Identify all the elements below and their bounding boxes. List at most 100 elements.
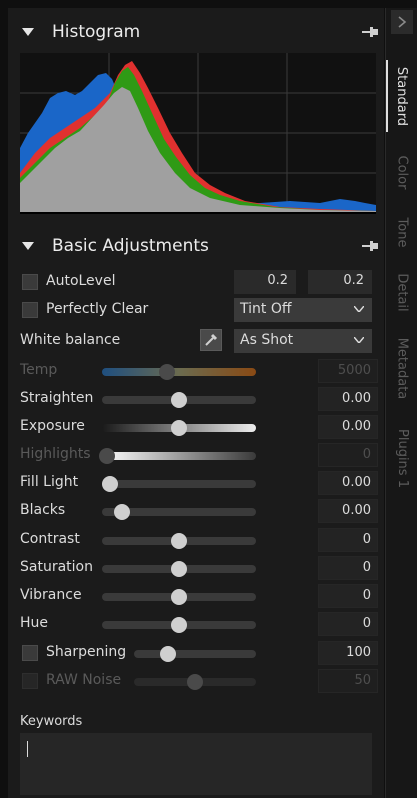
histogram-baseline — [20, 212, 376, 214]
slider-label: Temp — [20, 362, 58, 378]
slider-track — [102, 480, 256, 488]
slider-knob[interactable] — [158, 364, 175, 380]
tab-plugins-1[interactable]: Plugins 1 — [386, 418, 417, 498]
white-balance-dropdown[interactable]: As Shot — [234, 329, 372, 353]
slider-knob[interactable] — [101, 476, 118, 492]
chevron-down-icon — [354, 337, 364, 343]
slider-track — [102, 452, 256, 460]
tab-color[interactable]: Color — [386, 146, 417, 198]
slider-knob[interactable] — [171, 392, 187, 408]
autolevel-checkbox[interactable] — [22, 274, 38, 290]
slider-knob[interactable] — [171, 420, 187, 436]
sharpening-knob[interactable] — [160, 646, 177, 662]
slider-label: Straighten — [20, 390, 94, 406]
slider-row-vibrance: Vibrance 0 — [8, 584, 384, 608]
tab-label: Color — [394, 155, 410, 189]
raw-noise-checkbox[interactable] — [22, 673, 38, 689]
slider-row-straighten: Straighten 0.00 — [8, 387, 384, 411]
keywords-input[interactable] — [20, 733, 372, 795]
slider-knob[interactable] — [114, 504, 131, 520]
pin-icon[interactable] — [362, 26, 378, 38]
chevron-right-icon — [398, 16, 407, 28]
autolevel-value-1[interactable]: 0.2 — [234, 270, 296, 294]
raw-noise-value[interactable]: 50 — [318, 669, 378, 693]
sharpening-label: Sharpening — [46, 644, 127, 660]
tab-label: Standard — [394, 66, 410, 126]
slider-value[interactable]: 0 — [318, 584, 378, 608]
raw-noise-knob[interactable] — [187, 674, 203, 690]
tab-tone[interactable]: Tone — [386, 208, 417, 256]
slider-knob[interactable] — [171, 561, 187, 577]
slider-label: Highlights — [20, 446, 91, 462]
slider-value[interactable]: 0.00 — [318, 387, 378, 411]
autolevel-label: AutoLevel — [46, 273, 116, 289]
perfectly-clear-row: Perfectly Clear Tint Off — [8, 298, 384, 322]
collapse-triangle-icon[interactable] — [22, 28, 34, 36]
slider-knob[interactable] — [171, 589, 187, 605]
slider-label: Contrast — [20, 531, 80, 547]
raw-noise-label: RAW Noise — [46, 672, 122, 688]
collapse-panel-button[interactable] — [391, 10, 413, 34]
slider-row-blacks: Blacks 0.00 — [8, 499, 384, 523]
slider-row-highlights: Highlights 0 — [8, 443, 384, 467]
slider-value[interactable]: 0.00 — [318, 415, 378, 439]
slider-row-hue: Hue 0 — [8, 612, 384, 636]
autolevel-value-2[interactable]: 0.2 — [308, 270, 372, 294]
white-balance-row: White balance As Shot — [8, 329, 384, 353]
sharpening-row: Sharpening 100 — [8, 641, 384, 665]
histogram-graph — [20, 53, 376, 213]
slider-value[interactable]: 0 — [318, 556, 378, 580]
sharpening-value[interactable]: 100 — [318, 641, 378, 665]
pin-icon[interactable] — [362, 240, 378, 252]
slider-row-exposure: Exposure 0.00 — [8, 415, 384, 439]
eyedropper-button[interactable] — [200, 329, 222, 351]
tab-label: Tone — [394, 217, 410, 247]
slider-knob[interactable] — [171, 617, 187, 633]
basic-adjustments-header[interactable]: Basic Adjustments — [8, 230, 384, 262]
slider-label: Hue — [20, 615, 49, 631]
slider-label: Vibrance — [20, 587, 82, 603]
perfectly-clear-checkbox[interactable] — [22, 302, 38, 318]
eyedropper-icon — [205, 333, 218, 346]
white-balance-dropdown-value: As Shot — [240, 332, 294, 348]
slider-value[interactable]: 0.00 — [318, 499, 378, 523]
white-balance-label: White balance — [20, 332, 121, 348]
slider-value[interactable]: 0 — [318, 612, 378, 636]
slider-row-temp: Temp 5000 — [8, 359, 384, 383]
slider-row-fill-light: Fill Light 0.00 — [8, 471, 384, 495]
basic-adjustments-title: Basic Adjustments — [52, 236, 209, 256]
slider-label: Fill Light — [20, 474, 79, 490]
slider-value[interactable]: 0 — [318, 528, 378, 552]
tint-dropdown-value: Tint Off — [240, 301, 292, 317]
tab-label: Detail — [394, 272, 410, 312]
vertical-tab-strip: Standard Color Tone Detail Metadata Plug… — [385, 8, 417, 798]
keywords-label: Keywords — [20, 714, 83, 729]
text-caret — [27, 741, 28, 757]
slider-knob[interactable] — [98, 448, 115, 464]
slider-label: Exposure — [20, 418, 85, 434]
chevron-down-icon — [354, 306, 364, 312]
slider-label: Saturation — [20, 559, 93, 575]
slider-row-saturation: Saturation 0 — [8, 556, 384, 580]
raw-noise-row: RAW Noise 50 — [8, 669, 384, 693]
slider-value[interactable]: 5000 — [318, 359, 378, 383]
tint-dropdown[interactable]: Tint Off — [234, 298, 372, 322]
slider-knob[interactable] — [171, 533, 187, 549]
autolevel-row: AutoLevel 0.2 0.2 — [8, 270, 384, 294]
tab-label: Plugins 1 — [394, 428, 410, 488]
tab-detail[interactable]: Detail — [386, 266, 417, 318]
tab-standard[interactable]: Standard — [386, 60, 417, 132]
slider-value[interactable]: 0 — [318, 443, 378, 467]
slider-label: Blacks — [20, 502, 66, 518]
histogram-title: Histogram — [52, 22, 141, 42]
tab-metadata[interactable]: Metadata — [386, 330, 417, 406]
histogram-header[interactable]: Histogram — [8, 16, 384, 48]
adjustments-panel: Histogram Basic Adjustments AutoLevel 0.… — [8, 8, 384, 798]
slider-value[interactable]: 0.00 — [318, 471, 378, 495]
tab-label: Metadata — [394, 337, 410, 399]
slider-row-contrast: Contrast 0 — [8, 528, 384, 552]
slider-track — [102, 368, 256, 376]
collapse-triangle-icon[interactable] — [22, 242, 34, 250]
sharpening-track — [134, 650, 256, 658]
sharpening-checkbox[interactable] — [22, 645, 38, 661]
